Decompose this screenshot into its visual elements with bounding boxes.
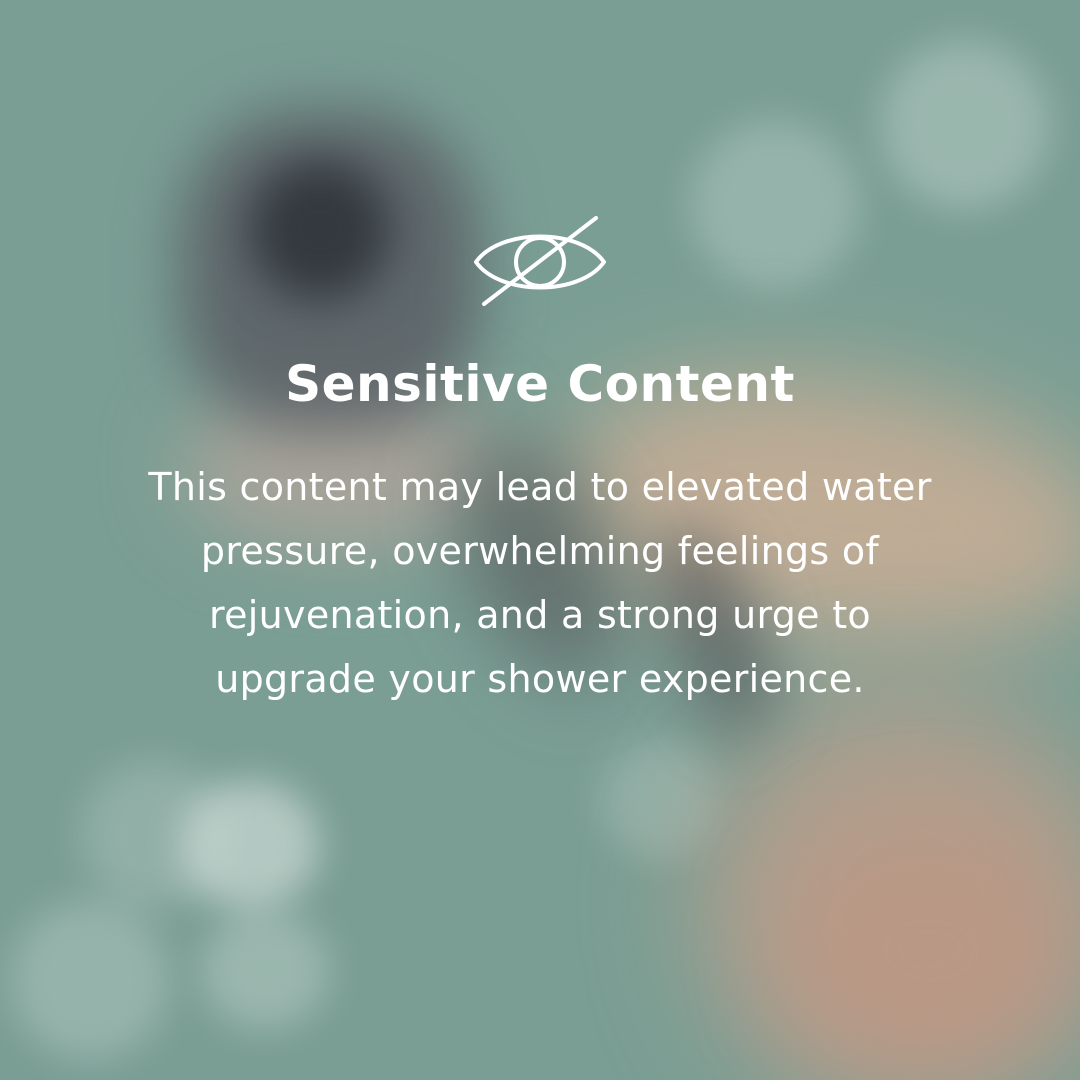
sensitive-content-overlay[interactable]: Sensitive Content This content may lead … <box>0 0 1080 1080</box>
warning-title: Sensitive Content <box>285 355 795 413</box>
eye-slash-icon <box>474 216 606 306</box>
warning-message: This content may lead to elevated water … <box>148 465 932 701</box>
